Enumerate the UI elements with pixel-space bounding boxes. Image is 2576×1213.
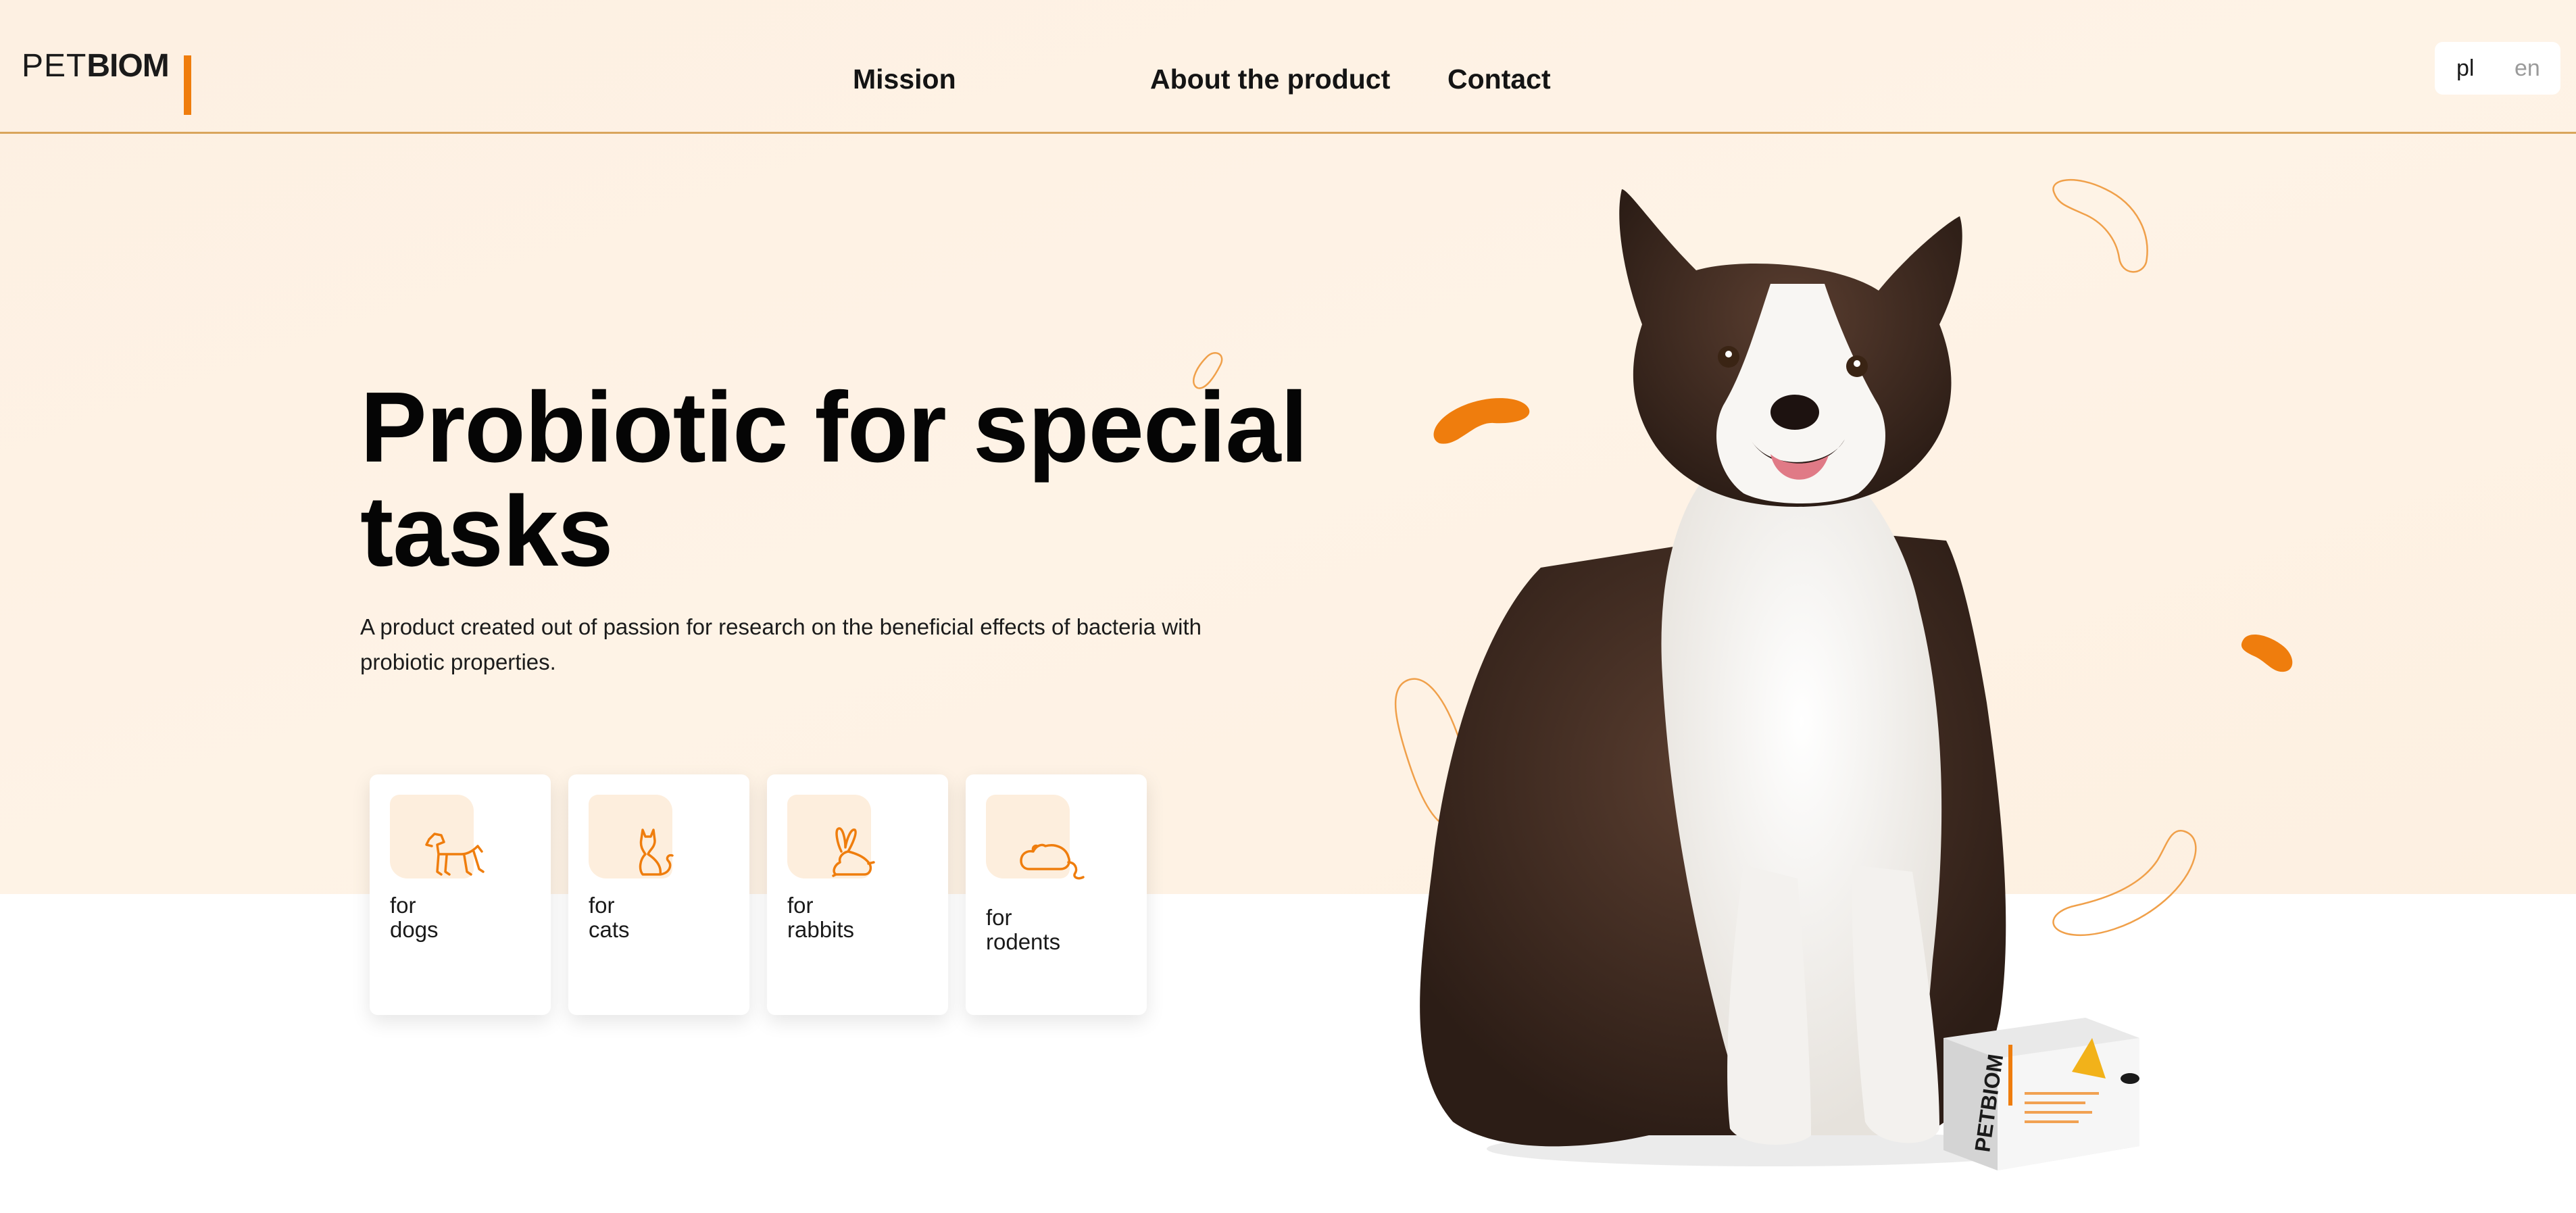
card-label: for cats [589,893,630,942]
language-switcher: pl en [2435,42,2560,95]
rodent-icon [1020,843,1085,880]
logo-wordmark: PETBIOM [22,47,170,85]
card-label: for dogs [390,893,439,942]
card-label-animal: dogs [390,917,439,942]
petbiom-logo[interactable]: PETBIOM [22,47,197,115]
language-option-en[interactable]: en [2515,54,2540,82]
card-label-animal: rodents [986,929,1061,954]
site-header: PETBIOM Mission About the product Contac… [0,0,2576,134]
card-label: for rodents [986,906,1060,954]
cat-icon [639,828,674,876]
logo-biom: BIOM [86,48,169,84]
logo-pet: PET [22,48,87,84]
bacteria-filled-decoration [2241,635,2293,672]
card-label-prefix: for [390,893,416,918]
nav-link-contact[interactable]: Contact [1447,62,1551,96]
dog-icon [425,833,485,876]
hero-title: Probiotic for special tasks [360,372,1308,587]
category-card-cats[interactable]: for cats [568,774,749,1015]
category-card-rabbits[interactable]: for rabbits [767,774,948,1015]
card-label-animal: rabbits [787,917,855,942]
card-label-prefix: for [589,893,615,918]
language-option-pl[interactable]: pl [2456,54,2474,82]
product-box-image: PETBIOM [1943,1018,2139,1170]
rabbit-icon [832,827,875,877]
page: PETBIOM PETBIOM Mission About the produc… [0,0,2576,1213]
card-label-prefix: for [787,893,814,918]
nav-link-about-the-product[interactable]: About the product [1150,62,1390,96]
card-label-prefix: for [986,905,1012,930]
hero-description: A product created out of passion for res… [360,614,1202,674]
category-card-rodents[interactable]: for rodents [966,774,1147,1015]
card-label-animal: cats [589,917,630,942]
nav-link-mission[interactable]: Mission [853,62,956,96]
card-label: for rabbits [787,893,854,942]
category-card-dogs[interactable]: for dogs [370,774,551,1015]
logo-accent-bar [184,55,191,115]
